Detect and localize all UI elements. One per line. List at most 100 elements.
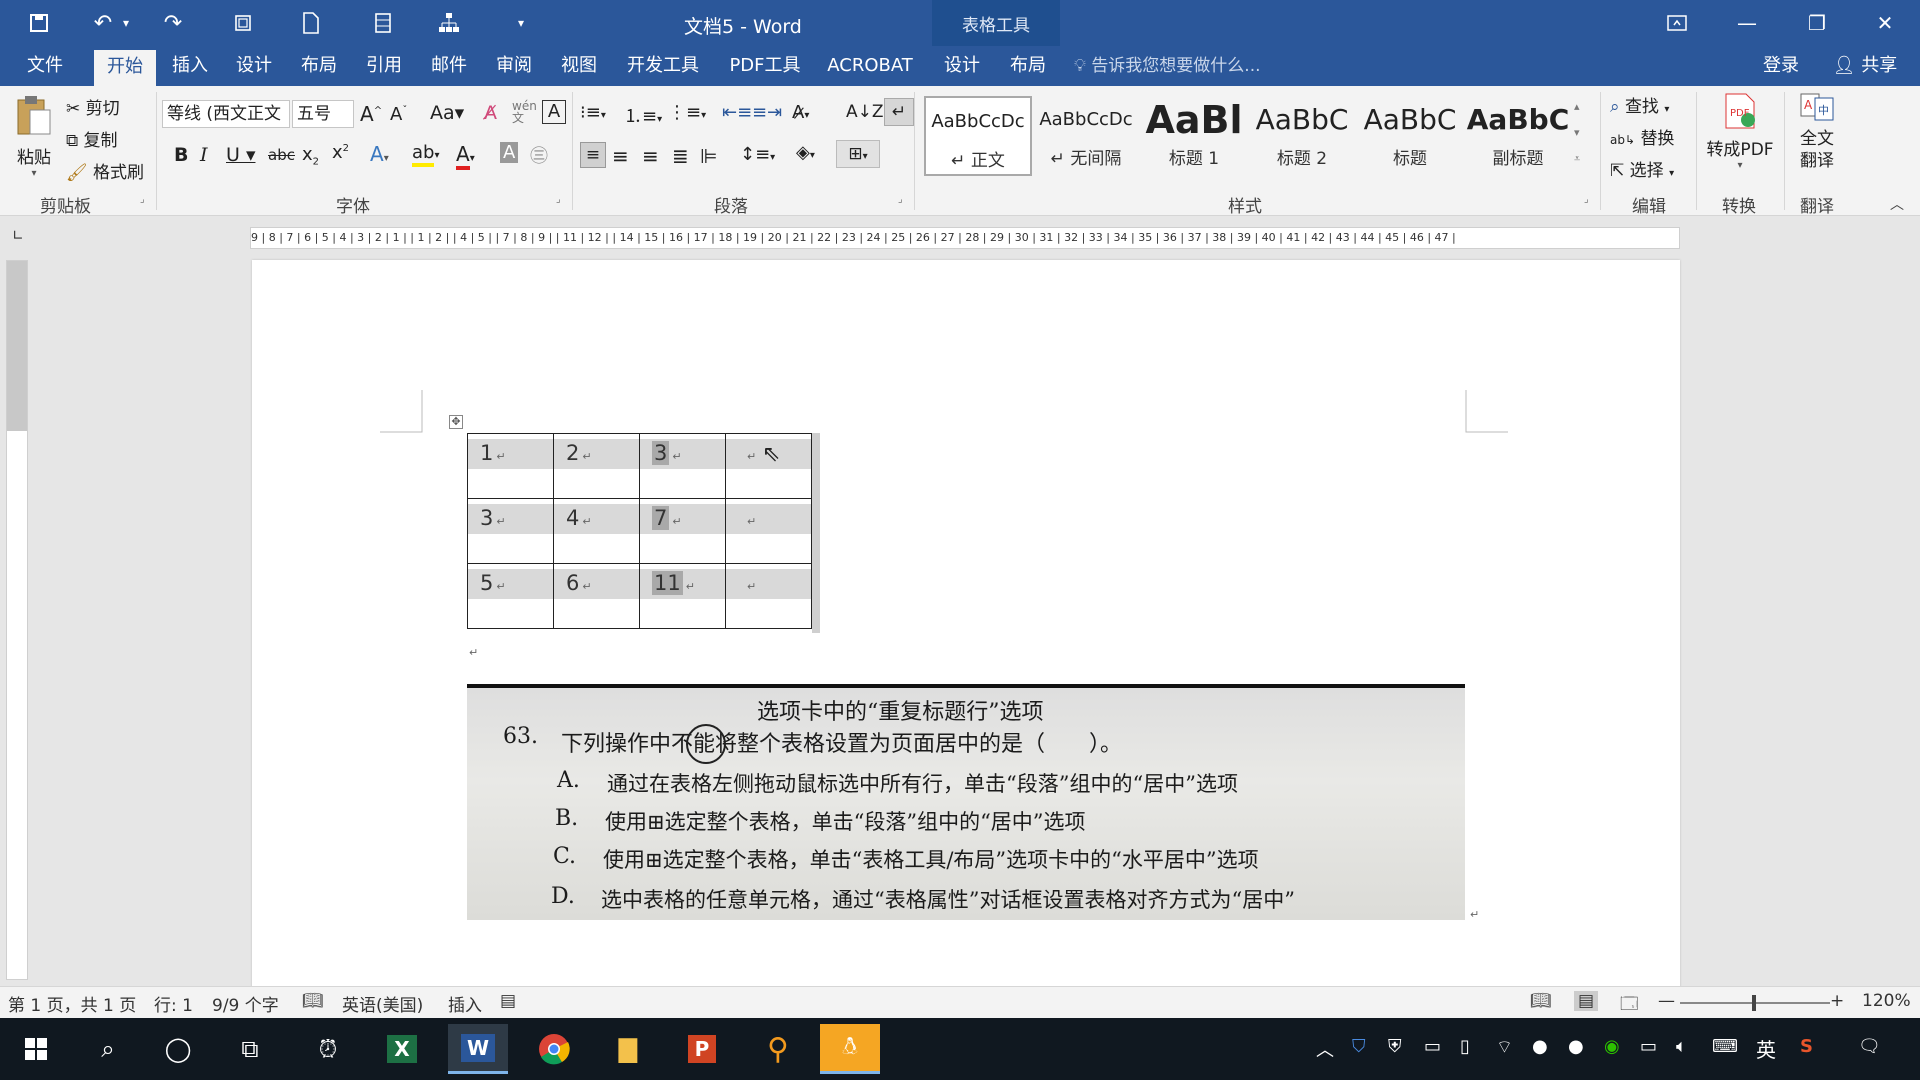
tab-insert[interactable]: 插入 [162,46,218,86]
clear-formatting-icon[interactable]: A̸ [484,102,497,124]
paste-button[interactable]: 粘贴 ▾ [12,94,56,179]
table-cell[interactable]: 4 ↵ [553,498,640,564]
battery-icon[interactable]: ▭ [1640,1036,1657,1057]
font-color-icon[interactable]: A▾ [456,142,475,170]
task-view-icon[interactable]: ⧉ [220,1024,280,1074]
qq-icon[interactable]: 🐧︎ [820,1024,880,1074]
close-button[interactable]: ✕ [1850,0,1920,46]
highlight-color-icon[interactable]: ab▾ [412,142,440,167]
redo-icon[interactable]: ↷ [156,8,190,38]
paragraph-launcher-icon[interactable]: ⌟ [898,194,903,205]
cut-button[interactable]: ✂ 剪切 [66,94,120,119]
change-case-icon[interactable]: Aa▾ [430,102,464,124]
style-normal[interactable]: AaBbCcDc ↵ 正文 [924,96,1032,176]
insert-mode[interactable]: 插入 [448,991,482,1016]
print-preview-icon[interactable] [226,8,260,38]
superscript-icon[interactable]: x2 [332,142,349,163]
borders-icon[interactable]: ⊞▾ [836,140,880,168]
zoom-slider-thumb[interactable] [1752,995,1756,1011]
style-no-spacing[interactable]: AaBbCcDc ↵ 无间隔 [1032,96,1140,176]
clock-app-icon[interactable]: ⏰︎ [298,1024,358,1074]
zoom-out-icon[interactable]: — [1658,991,1675,1011]
wifi-icon[interactable]: ⌔ [1496,1036,1513,1059]
styles-scroll-controls[interactable]: ▴ ▾ ⩡ [1574,94,1580,172]
chrome-icon[interactable] [524,1024,584,1074]
wechat-icon[interactable]: ◉ [1604,1036,1620,1057]
table-cell[interactable]: 7 ↵ [639,498,726,564]
style-subtitle[interactable]: AaBbC 副标题 [1464,96,1572,176]
new-document-icon[interactable] [294,8,328,38]
search-tool-icon[interactable]: ⚲ [748,1024,808,1074]
tell-me-search[interactable]: 💡︎ 告诉我您想要做什么... [1074,46,1261,86]
full-text-translate-button[interactable]: A中 全文 翻译 [1790,92,1844,172]
sign-in-link[interactable]: 登录 [1756,46,1806,86]
tab-home[interactable]: 开始 [94,50,156,86]
font-name-combo[interactable]: 等线 (西文正文 [162,100,290,128]
sort-icon[interactable]: A↓Z [846,102,884,122]
distributed-icon[interactable]: ⊫ [700,144,717,168]
language[interactable]: 英语(美国) [342,991,423,1016]
keyboard-icon[interactable]: ⌨ [1712,1036,1738,1057]
monitor-icon[interactable]: ▭ [1424,1036,1441,1057]
shield-alert-icon[interactable]: ⛨ [1388,1036,1402,1057]
tab-references[interactable]: 引用 [356,46,412,86]
show-hidden-icons[interactable]: ︿ [1316,1036,1334,1062]
convert-to-pdf-button[interactable]: PDF 转成PDF ▾ [1704,92,1776,171]
style-title[interactable]: AaBbC 标题 [1356,96,1464,176]
style-heading-2[interactable]: AaBbC 标题 2 [1248,96,1356,176]
powerpoint-icon[interactable]: P [672,1024,732,1074]
search-icon[interactable]: ⌕ [78,1024,138,1074]
find-button[interactable]: ⌕ 查找 ▾ [1610,92,1669,117]
macro-recording-icon[interactable]: ▤ [500,991,516,1011]
tab-developer[interactable]: 开发工具 [620,46,706,86]
show-paragraph-marks-icon[interactable]: ↵ [884,98,914,126]
cortana-icon[interactable]: ◯ [148,1024,208,1074]
zoom-in-icon[interactable]: + [1830,991,1844,1011]
qq-tray-icon-2[interactable]: ● [1568,1036,1584,1057]
usb-icon[interactable]: ▯ [1460,1036,1470,1057]
undo-icon[interactable]: ↶ [86,8,120,38]
excel-icon[interactable]: X [372,1024,432,1074]
proofing-icon[interactable]: 📖︎ [302,991,324,1011]
chinese-layout-icon[interactable]: A̷▾ [792,102,809,123]
table-cell[interactable]: 6 ↵ [553,563,640,629]
word-icon[interactable]: W [448,1024,508,1074]
phonetic-guide-icon[interactable]: wén 文 [512,100,537,124]
quick-table-icon[interactable] [366,8,400,38]
format-painter-button[interactable]: 🖌︎ 格式刷 [66,158,144,183]
action-center-icon[interactable]: 🗨︎ [1858,1036,1881,1057]
web-layout-icon[interactable]: 🗔︎ [1620,991,1638,1020]
table-cell[interactable]: 3 ↵ [639,433,726,499]
minimize-button[interactable]: — [1712,0,1782,46]
tab-design[interactable]: 设计 [226,46,282,86]
table-cell[interactable]: ↵ [725,563,812,629]
table-cell[interactable]: 3 ↵ [467,498,554,564]
document-table[interactable]: 1 ↵ 2 ↵ 3 ↵ ↵ ⇖ 3 ↵ 4 ↵ 7 ↵ ↵ 5 ↵ 6 ↵ 11 ↵ ↵ [467,433,812,629]
tab-view[interactable]: 视图 [551,46,607,86]
underline-icon[interactable]: U ▾ [226,144,255,166]
table-move-handle-icon[interactable]: ✥ [449,415,463,429]
tab-table-layout[interactable]: 布局 [1000,46,1056,86]
tab-acrobat[interactable]: ACROBAT [820,46,920,86]
save-icon[interactable] [22,8,56,38]
table-cell[interactable]: 2 ↵ [553,433,640,499]
qq-tray-icon[interactable]: ● [1532,1036,1548,1057]
read-mode-icon[interactable]: 📖︎ [1530,991,1552,1011]
collapse-ribbon-icon[interactable]: ︿ [1890,194,1904,214]
character-border-icon[interactable]: A [542,100,566,124]
share-button[interactable]: 👤︎ 共享 [1820,46,1910,86]
hierarchy-icon[interactable] [432,8,466,38]
grow-font-icon[interactable]: A^ [360,102,382,126]
styles-launcher-icon[interactable]: ⌟ [1584,194,1589,205]
italic-icon[interactable]: I [200,144,208,166]
print-layout-icon[interactable]: ▤ [1574,991,1599,1011]
table-cell[interactable]: 1 ↵ [467,433,554,499]
page-count[interactable]: 第 1 页，共 1 页 [8,991,136,1016]
undo-dropdown-icon[interactable]: ▾ [118,8,134,38]
question-photo[interactable]: 选项卡中的“重复标题行”选项 63. 下列操作中不能将整个表格设置为页面居中的是… [467,684,1465,920]
text-effects-icon[interactable]: A▾ [370,142,389,166]
bold-icon[interactable]: B [174,144,188,166]
align-left-icon[interactable]: ≡ [580,142,606,168]
enclose-characters-icon[interactable]: ㊂ [530,142,548,168]
restore-button[interactable]: ❐ [1782,0,1852,46]
